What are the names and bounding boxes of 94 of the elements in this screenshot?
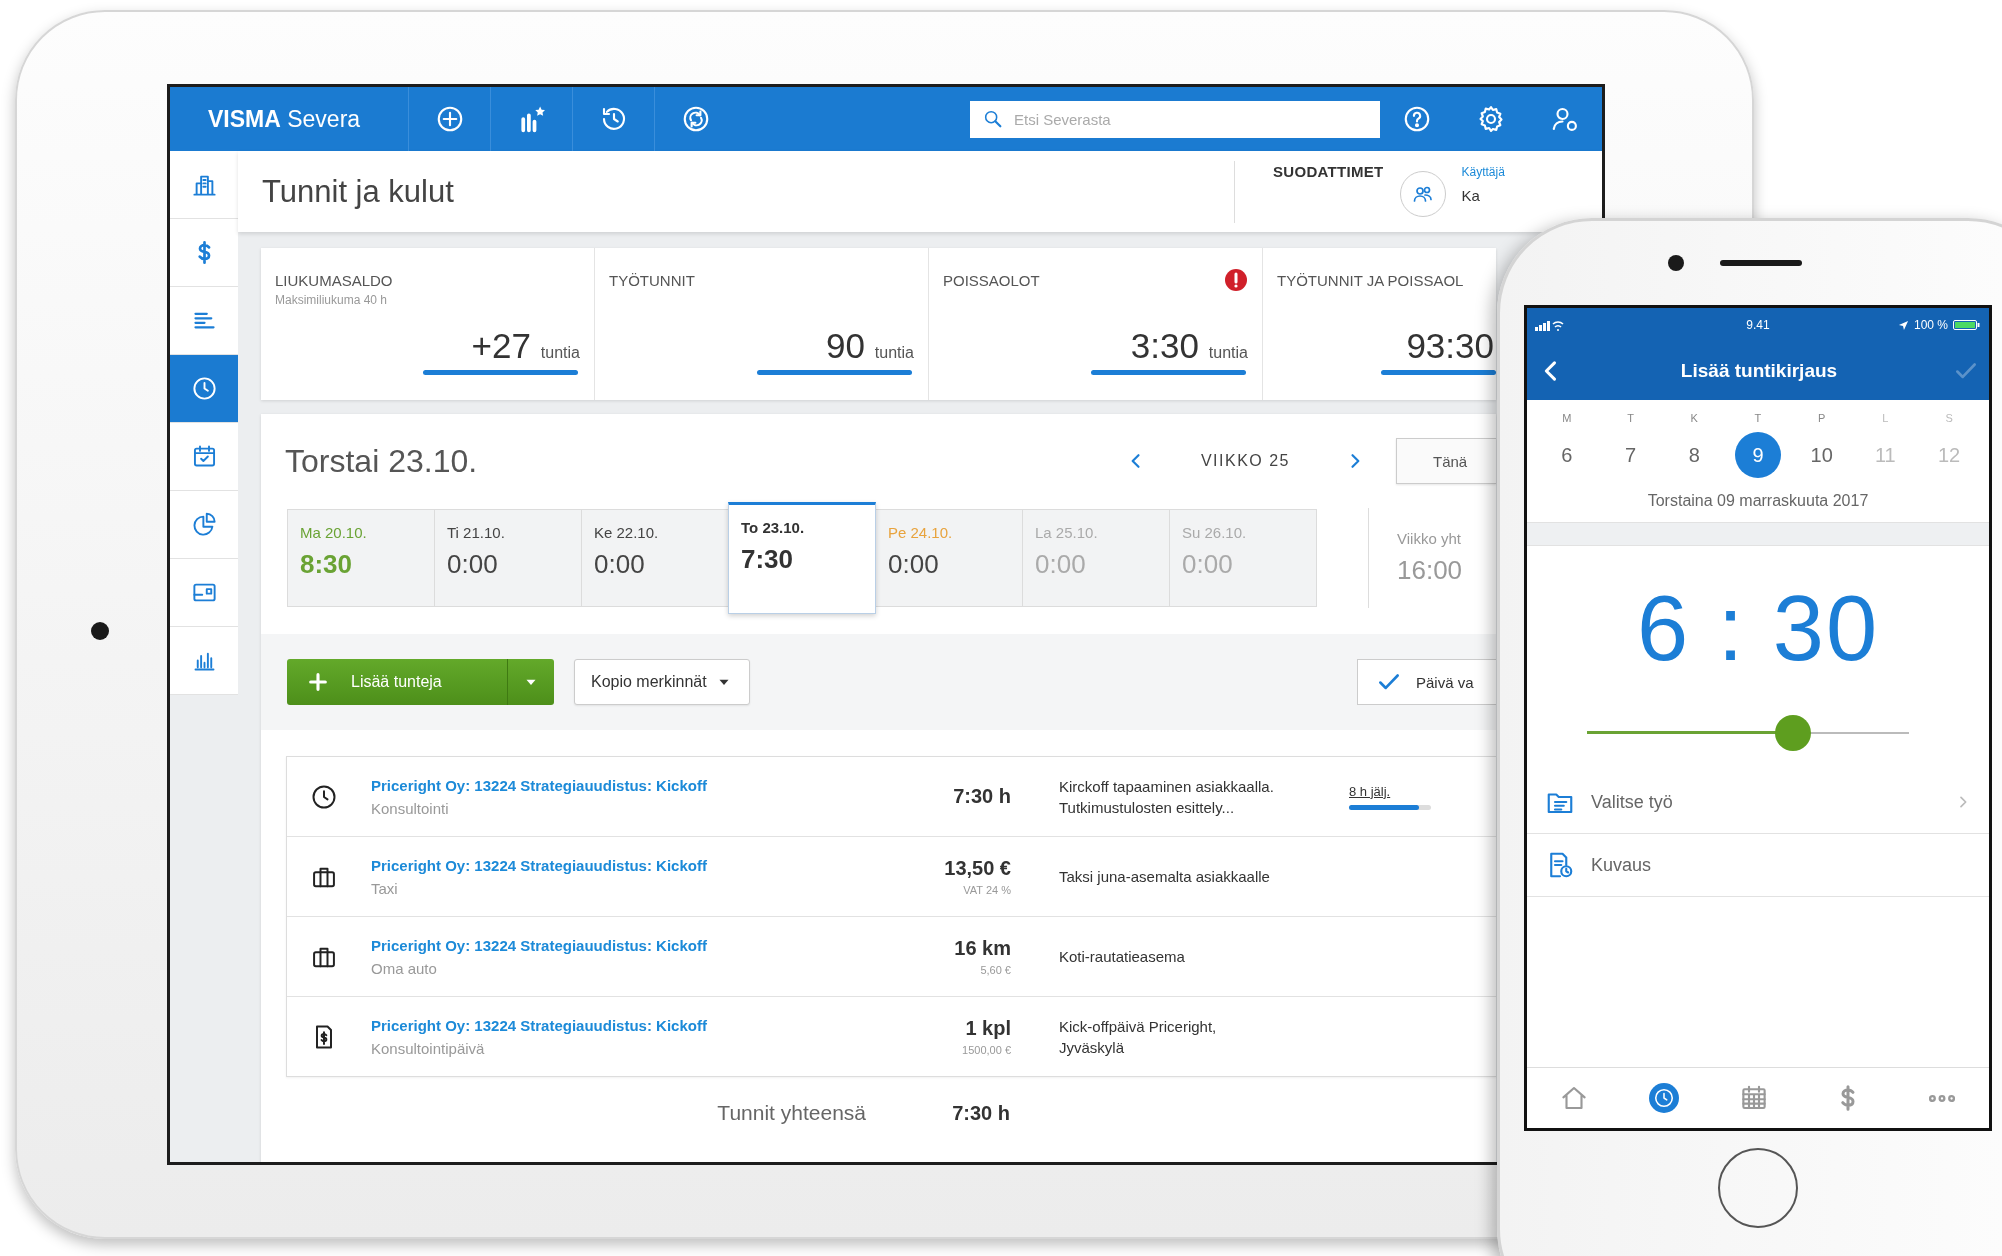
weekday-letter: L — [1882, 412, 1889, 424]
entry-title-link[interactable]: Priceright Oy: 13224 Strategiauudistus: Kickoff — [371, 776, 811, 794]
clock-icon — [1653, 1087, 1675, 1109]
entry-description: Kirckoff tapaaminen asiakkaalla. Tutkimustulosten esittely... — [1059, 776, 1275, 818]
battery-percent: 100 % — [1913, 318, 1948, 332]
sidebar-item[interactable] — [170, 355, 238, 423]
add-hours-button[interactable]: Lisää tunteja — [287, 659, 554, 705]
week-total-value: 16:00 — [1397, 555, 1463, 586]
sidebar-item[interactable] — [170, 491, 238, 559]
battery-icon — [1953, 319, 1981, 331]
entry-description: Koti-rautatieasema — [1059, 947, 1186, 967]
day-title: Torstai 23.10. — [285, 442, 478, 480]
entry-title-link[interactable]: Priceright Oy: 13224 Strategiauudistus: Kickoff — [371, 1016, 811, 1034]
home-button[interactable] — [1718, 1148, 1798, 1228]
entry-type: Oma auto — [371, 959, 438, 977]
summary-value: 3:30 — [1130, 326, 1199, 366]
weekday-letter: K — [1690, 412, 1698, 424]
weekday-letter: T — [1627, 412, 1634, 424]
duration-slider[interactable] — [1587, 715, 1909, 751]
day-tile[interactable]: Pe 24.10. 0:00 — [875, 509, 1023, 607]
location-arrow-icon — [1897, 319, 1909, 331]
app-logo: VISMA Severa — [207, 105, 362, 133]
total-label: Tunnit yhteensä — [716, 1101, 866, 1125]
day-number[interactable]: 10 — [1798, 432, 1845, 478]
summary-value: 93:30 — [1406, 326, 1494, 366]
entry-description: Taksi juna-asemalta asiakkaalle — [1059, 867, 1271, 887]
signal-wifi-icon — [1535, 319, 1565, 331]
screen-title: Lisää tuntikirjaus — [1679, 360, 1839, 382]
plus-icon — [307, 671, 329, 693]
summary-label: LIUKUMASALDO — [275, 271, 393, 289]
summary-unit: tuntia — [540, 344, 580, 362]
day-number[interactable]: 7 — [1607, 432, 1654, 478]
day-tile[interactable]: Ti 21.10. 0:00 — [434, 509, 582, 607]
summary-unit: tuntia — [874, 344, 914, 362]
summary-unit: tuntia — [1208, 344, 1248, 362]
entry-amount-note: 5,60 € — [980, 964, 1011, 976]
camera-lens — [91, 622, 109, 640]
copy-entries-button[interactable]: Kopio merkinnät — [574, 659, 750, 705]
entry-amount: 7:30 h — [953, 785, 1011, 808]
week-total-label: Viikko yht — [1397, 530, 1462, 547]
entry-type: Konsultointipäivä — [371, 1039, 486, 1057]
weekday-letter: S — [1945, 412, 1953, 424]
clock-icon — [190, 375, 218, 402]
summary-value: +27 — [471, 326, 531, 366]
summary-sublabel: Maksimiliukuma 40 h — [275, 293, 389, 307]
summary-label: TYÖTUNNIT JA POISSAOL — [1277, 271, 1464, 289]
user-label: Käyttäjä — [1461, 164, 1505, 179]
sidebar-item[interactable] — [170, 423, 238, 491]
day-number[interactable]: 6 — [1543, 432, 1590, 478]
help-icon — [1402, 104, 1432, 134]
remaining-label: 8 h jälj. — [1349, 783, 1392, 799]
summary-value: 90 — [825, 326, 865, 366]
form-row-label[interactable]: Kuvaus — [1591, 854, 1652, 876]
entry-amount: 13,50 € — [944, 857, 1011, 880]
entry-amount-note: 1500,00 € — [962, 1044, 1011, 1056]
entry-amount: 1 kpl — [965, 1017, 1011, 1040]
selected-date: Torstaina 09 marraskuuta 2017 — [1646, 492, 1870, 510]
entry-description: Kick-offpäivä Priceright, Jyväskylä — [1059, 1016, 1218, 1058]
alert-icon — [1224, 268, 1248, 292]
entry-type: Taxi — [371, 879, 399, 897]
camera-lens — [1668, 255, 1684, 271]
form-row-label[interactable]: Valitse työ — [1591, 791, 1673, 813]
sidebar-item[interactable] — [170, 627, 238, 695]
sidebar-item[interactable] — [170, 287, 238, 355]
day-tile[interactable]: To 23.10. 7:30 — [728, 502, 876, 614]
summary-label: POISSAOLOT — [943, 271, 1040, 289]
weekday-letter: T — [1754, 412, 1762, 424]
weekday-letter: P — [1818, 412, 1826, 424]
entry-amount: 16 km — [954, 937, 1011, 960]
status-time: 9.41 — [1746, 318, 1770, 332]
week-label: VIIKKO 25 — [1200, 452, 1290, 470]
filters-label: SUODATTIMET — [1273, 162, 1384, 180]
entry-title-link[interactable]: Priceright Oy: 13224 Strategiauudistus: Kickoff — [371, 856, 811, 874]
day-tile[interactable]: Ke 22.10. 0:00 — [581, 509, 729, 607]
page-title: Tunnit ja kulut — [262, 173, 454, 210]
slider-thumb[interactable] — [1775, 715, 1812, 751]
sidebar-item[interactable] — [170, 559, 238, 627]
weekday-letter: M — [1562, 412, 1572, 424]
user-value: Ka — [1461, 186, 1481, 204]
approve-day-button[interactable]: Päivä va — [1357, 659, 1496, 705]
sidebar-item[interactable] — [170, 151, 238, 219]
entry-type: Konsultointi — [371, 799, 450, 817]
entry-amount-note: VAT 24 % — [963, 884, 1011, 896]
entry-title-link[interactable]: Priceright Oy: 13224 Strategiauudistus: Kickoff — [371, 936, 811, 954]
more-icon — [1929, 1094, 1955, 1102]
summary-label: TYÖTUNNIT — [609, 271, 695, 289]
total-value: 7:30 h — [951, 1101, 1010, 1125]
duration-display: 6 : 30 — [1635, 576, 1881, 681]
sidebar-item[interactable] — [170, 219, 238, 287]
day-number[interactable]: 9 — [1734, 432, 1781, 478]
today-button[interactable]: Tänä — [1396, 438, 1496, 484]
search-field[interactable]: Etsi Severasta — [970, 100, 1380, 138]
clock-tab[interactable] — [1649, 1083, 1679, 1113]
day-number[interactable]: 8 — [1671, 432, 1718, 478]
